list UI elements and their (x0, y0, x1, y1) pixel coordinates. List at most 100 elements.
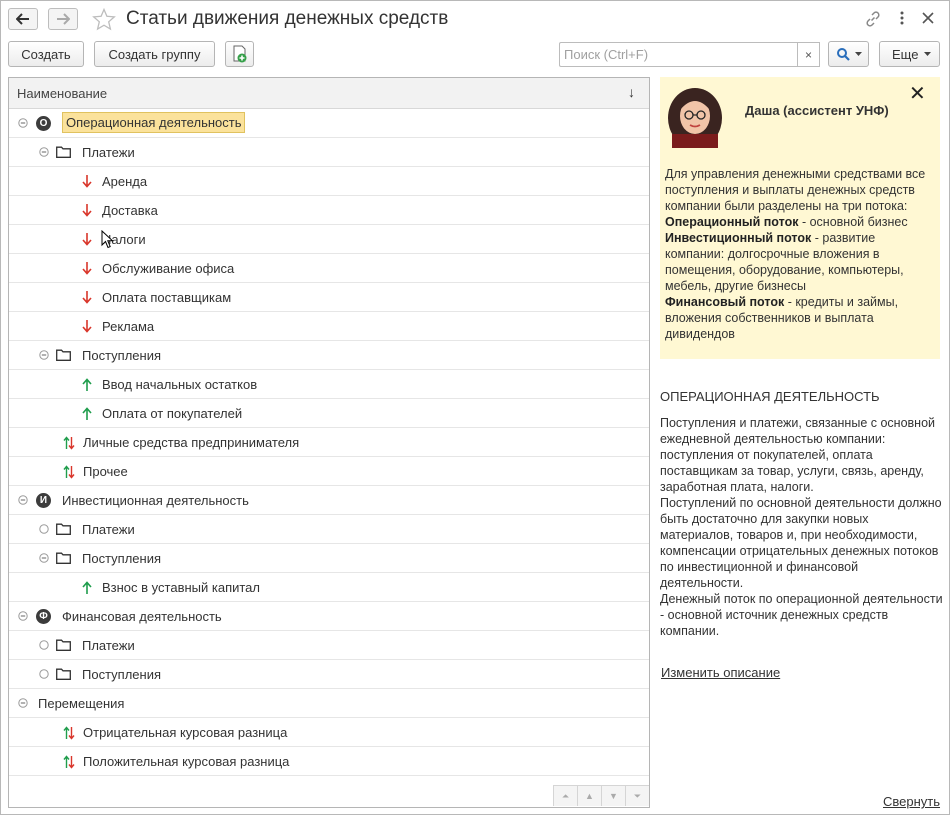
back-button[interactable] (8, 8, 38, 30)
outflow-arrow-icon (82, 291, 92, 304)
tree-row[interactable]: И Инвестиционная деятельность (9, 486, 649, 515)
favorite-star-icon[interactable] (92, 8, 116, 31)
assistant-name: Даша (ассистент УНФ) (745, 103, 889, 118)
forward-button[interactable] (48, 8, 78, 30)
tree-row-label: Аренда (102, 174, 148, 189)
arrow-left-icon (16, 13, 29, 25)
expand-toggle-icon[interactable] (39, 640, 49, 650)
tree-row-label: Взнос в уставный капитал (102, 580, 260, 595)
activity-badge-icon: О (36, 116, 51, 131)
tree-row-label: Перемещения (38, 696, 125, 711)
assistant-flow-item: Инвестиционный поток - развитие компании… (665, 230, 937, 294)
collapse-toggle-icon[interactable] (39, 553, 49, 563)
tree-row[interactable]: Платежи (9, 515, 649, 544)
assistant-avatar (668, 88, 722, 148)
assistant-close-button[interactable]: ✕ (909, 81, 926, 106)
tree-row-label: Поступления (82, 348, 162, 363)
tree-row[interactable]: Положительная курсовая разница (9, 747, 649, 776)
collapse-toggle-icon[interactable] (18, 611, 28, 621)
outflow-arrow-icon (82, 262, 92, 275)
search-clear-button[interactable]: × (797, 42, 820, 67)
search-options-button[interactable] (828, 41, 869, 67)
activity-badge-icon: И (36, 493, 51, 508)
edit-description-link[interactable]: Изменить описание (661, 665, 780, 680)
tree-row[interactable]: О Операционная деятельность (9, 109, 649, 138)
chevron-down-icon (854, 51, 862, 56)
assistant-intro: Для управления денежными средствами все … (665, 167, 926, 213)
tree-row[interactable]: Личные средства предпринимателя (9, 428, 649, 457)
tree-row[interactable]: Прочее (9, 457, 649, 486)
tree-row-label: Прочее (83, 464, 128, 479)
scroll-bottom-button[interactable]: ⏷ (625, 785, 649, 806)
cash-flow-items-tree: Наименование ↓ О Операционная деятельност… (8, 77, 650, 808)
tree-row[interactable]: Поступления (9, 660, 649, 689)
folder-icon (56, 668, 71, 680)
scroll-up-button[interactable]: ▲ (577, 785, 601, 806)
expand-toggle-icon[interactable] (39, 524, 49, 534)
tree-row[interactable]: Оплата от покупателей (9, 399, 649, 428)
folder-icon (56, 349, 71, 361)
outflow-arrow-icon (82, 204, 92, 217)
tree-row[interactable]: Доставка (9, 196, 649, 225)
folder-icon (56, 552, 71, 564)
description-line: Поступлений по основной деятельности дол… (660, 496, 942, 590)
outflow-arrow-icon (82, 233, 92, 246)
tree-row-label: Платежи (82, 145, 135, 160)
tree-row-label: Доставка (102, 203, 158, 218)
description-line: поступления от покупателей, оплата поста… (660, 448, 924, 494)
chevron-down-icon (924, 51, 931, 56)
tree-row[interactable]: Отрицательная курсовая разница (9, 718, 649, 747)
collapse-toggle-icon[interactable] (18, 118, 28, 128)
create-button[interactable]: Создать (8, 41, 84, 67)
tree-row[interactable]: Перемещения (9, 689, 649, 718)
tree-row-label: Операционная деятельность (62, 112, 246, 133)
folder-icon (56, 146, 71, 158)
more-vertical-icon[interactable] (899, 10, 905, 29)
tree-row[interactable]: Поступления (9, 341, 649, 370)
tree-row[interactable]: Ф Финансовая деятельность (9, 602, 649, 631)
title-bar: Статьи движения денежных средств (0, 0, 950, 38)
tree-row[interactable]: Обслуживание офиса (9, 254, 649, 283)
tree-row-label: Финансовая деятельность (62, 609, 222, 624)
assistant-message: Для управления денежными средствами все … (665, 166, 937, 342)
expand-toggle-icon[interactable] (39, 669, 49, 679)
more-button[interactable]: Еще (879, 41, 940, 67)
folder-icon (56, 639, 71, 651)
more-button-label: Еще (892, 46, 919, 62)
tree-row-label: Инвестиционная деятельность (62, 493, 249, 508)
collapse-toggle-icon[interactable] (39, 350, 49, 360)
flow-title: Операционный поток (665, 215, 799, 229)
collapse-toggle-icon[interactable] (18, 698, 28, 708)
flow-title: Инвестиционный поток (665, 231, 812, 245)
create-group-button[interactable]: Создать группу (94, 41, 215, 67)
column-header-name[interactable]: Наименование (17, 86, 107, 101)
transfer-arrows-icon (63, 436, 75, 450)
scroll-top-button[interactable]: ⏶ (553, 785, 577, 806)
copy-item-button[interactable] (225, 41, 254, 67)
search-input[interactable]: Поиск (Ctrl+F) (559, 42, 797, 67)
tree-row[interactable]: Ввод начальных остатков (9, 370, 649, 399)
transfer-arrows-icon (63, 465, 75, 479)
sort-indicator[interactable]: ↓ (628, 84, 635, 100)
tree-scroll-buttons: ⏶ ▲ ▼ ⏷ (553, 785, 649, 807)
collapse-toggle-icon[interactable] (39, 147, 49, 157)
transfer-arrows-icon (63, 726, 75, 740)
tree-row[interactable]: Реклама (9, 312, 649, 341)
tree-row-label: Личные средства предпринимателя (83, 435, 300, 450)
collapse-toggle-icon[interactable] (18, 495, 28, 505)
description-text: Поступления и платежи, связанные с основ… (660, 415, 944, 639)
tree-row[interactable]: Поступления (9, 544, 649, 573)
tree-row[interactable]: Оплата поставщикам (9, 283, 649, 312)
tree-row[interactable]: Платежи (9, 631, 649, 660)
assistant-flow-item: Финансовый поток - кредиты и займы, влож… (665, 294, 937, 342)
tree-row[interactable]: Платежи (9, 138, 649, 167)
scroll-down-button[interactable]: ▼ (601, 785, 625, 806)
close-window-icon[interactable] (922, 12, 934, 24)
tree-row[interactable]: Аренда (9, 167, 649, 196)
link-icon[interactable] (864, 10, 882, 28)
description-line: Денежный поток по операционной деятельно… (660, 592, 943, 638)
collapse-link[interactable]: Свернуть (883, 794, 940, 809)
tree-row[interactable]: Взнос в уставный капитал (9, 573, 649, 602)
flow-title: Финансовый поток (665, 295, 785, 309)
tree-row-label: Оплата поставщикам (102, 290, 232, 305)
